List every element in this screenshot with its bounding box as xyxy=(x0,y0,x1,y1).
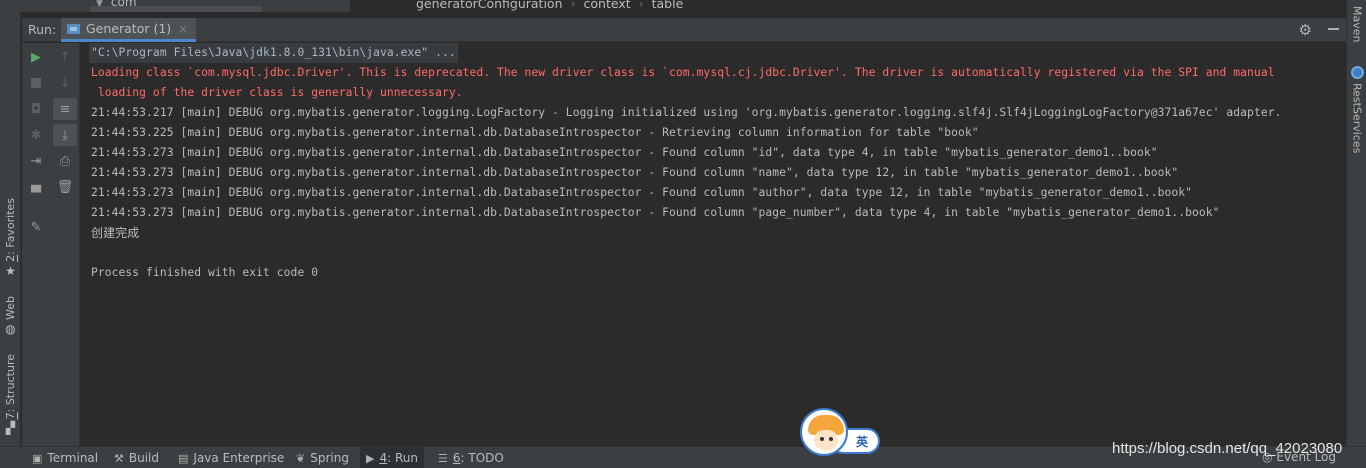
spring-leaf-icon: ❦ xyxy=(296,451,306,465)
hammer-icon: ⚒ xyxy=(114,451,124,465)
bug-icon[interactable]: ✱ xyxy=(24,124,48,146)
camera-icon[interactable]: ◘ xyxy=(24,98,48,120)
web-label: Web xyxy=(4,296,17,320)
left-tool-strip: 2: Favorites ★ Web ◍ 7: Structure ▞ xyxy=(0,12,21,446)
console-exit-line: Process finished with exit code 0 xyxy=(91,266,319,279)
application-icon xyxy=(67,23,80,34)
tab-terminal[interactable]: ▣ Terminal xyxy=(26,447,104,468)
console-log-line: 21:44:53.217 [main] DEBUG org.mybatis.ge… xyxy=(91,106,1282,119)
arrow-down-icon[interactable]: ↓ xyxy=(53,72,77,94)
list-icon: ☰ xyxy=(438,451,448,465)
pin-icon[interactable]: ✎ xyxy=(24,216,48,238)
tab-spring[interactable]: ❦ Spring xyxy=(290,447,355,468)
scroll-to-end-icon[interactable]: ⤓ xyxy=(53,124,77,146)
console-log-line: 21:44:53.273 [main] DEBUG org.mybatis.ge… xyxy=(91,146,1158,159)
tree-item-label: com xyxy=(110,0,137,9)
arrow-up-icon[interactable]: ↑ xyxy=(53,46,77,68)
favorites-tab[interactable]: 2: Favorites ★ xyxy=(0,198,21,277)
stop-icon[interactable] xyxy=(24,72,48,94)
tab-todo[interactable]: ☰ 6: TODO xyxy=(432,447,510,468)
tab-spring-label: Spring xyxy=(310,451,349,465)
star-icon: ★ xyxy=(5,263,16,278)
web-tab[interactable]: Web ◍ xyxy=(0,296,21,335)
run-toolbar-primary: ▶ ◘ ✱ ⇥ ▀ ✎ xyxy=(22,43,50,446)
breadcrumb-item[interactable]: generatorConfiguration xyxy=(416,0,563,11)
trash-icon[interactable]: 🗑 xyxy=(53,176,77,198)
maven-tab[interactable]: Maven xyxy=(1347,6,1366,42)
tab-todo-label: : TODO xyxy=(460,451,504,465)
editor-top-strip: ▼ com generatorConfiguration › context › tabl… xyxy=(0,0,1346,12)
ime-widget[interactable]: 英 xyxy=(800,408,882,460)
gear-icon[interactable]: ⚙ xyxy=(1299,21,1312,39)
breadcrumb-separator: › xyxy=(570,0,576,11)
favorites-label: 2: Favorites xyxy=(4,198,17,262)
structure-icon: ▞ xyxy=(5,421,16,436)
project-tree-item[interactable]: ▼ com xyxy=(96,0,137,9)
ime-avatar-icon[interactable] xyxy=(800,408,848,456)
right-tool-strip: Maven RestServices xyxy=(1346,0,1366,446)
rerun-icon[interactable]: ▶ xyxy=(24,46,48,68)
java-enterprise-icon: ▤ xyxy=(178,451,189,465)
tab-label: Generator (1) xyxy=(86,21,172,36)
minimize-icon[interactable] xyxy=(1328,28,1339,30)
console-done-line: 创建完成 xyxy=(91,226,140,240)
structure-tab[interactable]: 7: Structure ▞ xyxy=(0,354,21,434)
breadcrumb-item[interactable]: table xyxy=(652,0,684,11)
run-label: Run: xyxy=(28,22,57,37)
tab-run-label: : Run xyxy=(387,451,418,465)
breadcrumb-separator: › xyxy=(638,0,644,11)
tab-build[interactable]: ⚒ Build xyxy=(108,447,165,468)
restservices-label: RestServices xyxy=(1350,83,1364,154)
tab-terminal-label: Terminal xyxy=(47,451,99,465)
console-log-line: 21:44:53.273 [main] DEBUG org.mybatis.ge… xyxy=(91,166,1179,179)
console-log-line: 21:44:53.273 [main] DEBUG org.mybatis.ge… xyxy=(91,186,1193,199)
console-error-line: loading of the driver class is generally… xyxy=(91,86,463,99)
maven-label: Maven xyxy=(1350,6,1364,43)
ime-language-label: 英 xyxy=(856,435,869,449)
terminal-icon: ▣ xyxy=(32,451,43,465)
tab-generator[interactable]: Generator (1) × xyxy=(61,18,197,42)
layout-icon[interactable]: ▀ xyxy=(24,182,48,204)
globe-icon: ◍ xyxy=(5,321,16,336)
tab-build-label: Build xyxy=(128,451,159,465)
tab-java-enterprise-label: Java Enterprise xyxy=(193,451,285,465)
close-icon[interactable]: × xyxy=(178,22,188,36)
console-output[interactable]: "C:\Program Files\Java\jdk1.8.0_131\bin\… xyxy=(81,43,1346,446)
structure-label: 7: Structure xyxy=(4,354,17,420)
restservices-tab[interactable]: RestServices xyxy=(1347,66,1366,153)
run-toolbar-secondary: ↑ ↓ ≡ ⤓ ⎙ 🗑 xyxy=(50,43,80,446)
tab-run[interactable]: ▶ 4: Run xyxy=(360,447,424,468)
soft-wrap-icon[interactable]: ≡ xyxy=(53,98,77,120)
run-icon: ▶ xyxy=(366,451,375,465)
tab-java-enterprise[interactable]: ▤ Java Enterprise xyxy=(172,447,290,468)
breadcrumb-item[interactable]: context xyxy=(584,0,631,11)
console-error-line: Loading class `com.mysql.jdbc.Driver'. T… xyxy=(91,66,1275,79)
console-command-line: "C:\Program Files\Java\jdk1.8.0_131\bin\… xyxy=(89,43,458,63)
console-log-line: 21:44:53.225 [main] DEBUG org.mybatis.ge… xyxy=(91,126,979,139)
print-icon[interactable]: ⎙ xyxy=(53,150,77,172)
restservices-icon xyxy=(1350,66,1364,79)
exit-icon[interactable]: ⇥ xyxy=(24,150,48,172)
expand-icon[interactable]: ▼ xyxy=(96,0,103,9)
console-log-line: 21:44:53.273 [main] DEBUG org.mybatis.ge… xyxy=(91,206,1220,219)
watermark-url: https://blog.csdn.net/qq_42023080 xyxy=(1112,440,1343,457)
breadcrumb: generatorConfiguration › context › table xyxy=(416,0,683,11)
run-tool-window-header: Run: Generator (1) × ⚙ xyxy=(22,18,1346,42)
